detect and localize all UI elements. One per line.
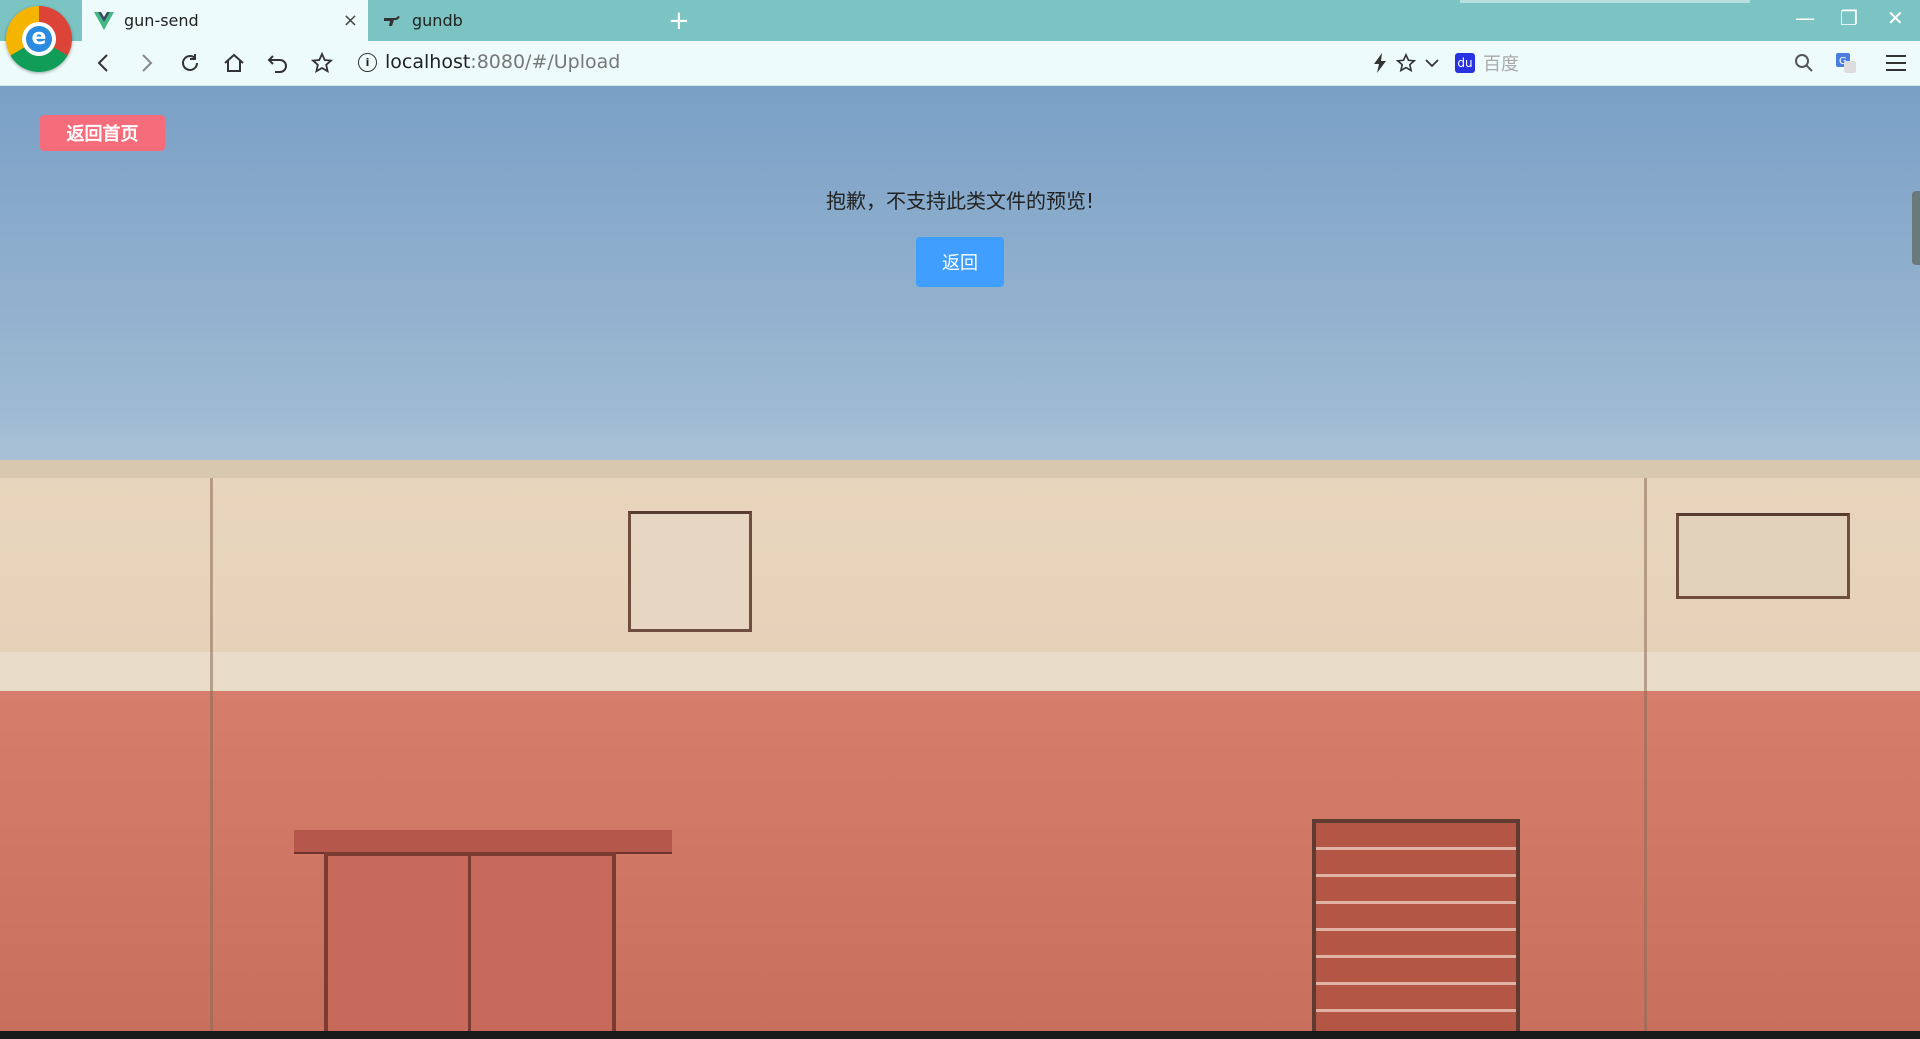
site-info-icon[interactable]: i <box>358 52 377 72</box>
address-bar[interactable]: i localhost :8080/#/Upload <box>358 51 620 73</box>
baidu-icon: du <box>1455 53 1475 73</box>
tab-bar: gun-send × gundb + — ❐ ✕ <box>0 0 1920 41</box>
search-input[interactable]: du 百度 <box>1455 49 1785 77</box>
back-button[interactable]: 返回 <box>916 237 1004 287</box>
forward-arrow-icon[interactable] <box>130 47 162 79</box>
chevron-down-icon[interactable] <box>1416 47 1448 79</box>
gun-icon <box>382 11 402 31</box>
minimize-button[interactable]: — <box>1795 6 1815 30</box>
tab-title: gundb <box>412 11 463 30</box>
undo-icon[interactable] <box>262 47 294 79</box>
search-icon[interactable] <box>1788 47 1820 79</box>
tab-close-icon[interactable]: × <box>343 10 358 31</box>
search-placeholder: 百度 <box>1483 54 1519 75</box>
tab-title: gun-send <box>124 11 199 30</box>
reload-icon[interactable] <box>174 47 206 79</box>
unsupported-preview-message: 抱歉，不支持此类文件的预览! <box>825 189 1095 213</box>
taskbar <box>0 1031 1920 1039</box>
url-path: :8080/#/Upload <box>470 51 621 73</box>
navigation-bar: i localhost :8080/#/Upload du 百度 G <box>0 41 1920 86</box>
url-host: localhost <box>385 51 471 73</box>
tab-gundb[interactable]: gundb <box>372 0 654 41</box>
page-content <box>0 86 1920 1031</box>
loading-indicator <box>1460 0 1750 3</box>
back-arrow-icon[interactable] <box>88 47 120 79</box>
home-icon[interactable] <box>218 47 250 79</box>
new-tab-button[interactable]: + <box>668 6 690 36</box>
restore-button[interactable]: ❐ <box>1840 6 1858 30</box>
close-window-button[interactable]: ✕ <box>1887 6 1904 30</box>
translate-icon[interactable]: G <box>1830 47 1862 79</box>
menu-icon[interactable] <box>1880 47 1912 79</box>
tab-gun-send[interactable]: gun-send × <box>82 0 368 41</box>
bookmark-star-icon[interactable] <box>306 47 338 79</box>
browser-logo-icon[interactable]: e <box>6 6 72 72</box>
vue-icon <box>94 11 114 31</box>
return-home-button[interactable]: 返回首页 <box>40 115 165 151</box>
